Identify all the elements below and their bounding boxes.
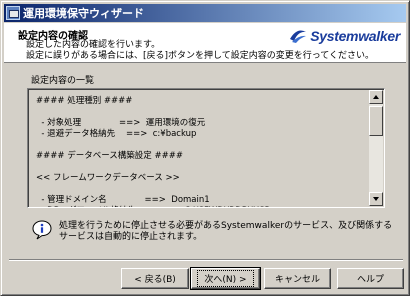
wizard-header: 設定内容の確認 設定した内容の確認を行います。 設定に誤りがある場合には、[戻る… — [4, 23, 406, 63]
info-message: 処理を行うために停止させる必要があるSystemwalkerのサービス、及び関係… — [59, 221, 392, 243]
settings-lines: #### 処理種別 #### - 対象処理 ==> 運用環境の復元 - 退避デー… — [36, 96, 366, 207]
back-button[interactable]: < 戻る(B) — [121, 268, 189, 289]
settings-line: #### 処理種別 #### — [36, 96, 133, 106]
title-bar[interactable]: 運用環境保守ウィザード — [4, 4, 406, 22]
scroll-down-button[interactable] — [369, 192, 383, 206]
settings-line: << フレームワークデータベース >> — [36, 173, 180, 183]
wizard-window: 運用環境保守ウィザード 設定内容の確認 設定した内容の確認を行います。 設定に誤… — [0, 0, 410, 296]
description-line: 設定に誤りがある場合には、[戻る]ボタンを押して設定内容の変更を行ってください。 — [26, 51, 375, 61]
scroll-thumb[interactable] — [369, 106, 383, 136]
arrow-down-icon — [373, 197, 379, 201]
cancel-button[interactable]: キャンセル — [264, 268, 331, 289]
settings-list-label: 設定内容の一覧 — [31, 76, 95, 86]
settings-line: - 退避データ格納先 ==> c:¥backup — [36, 129, 197, 139]
window-title: 運用環境保守ウィザード — [23, 7, 144, 20]
logo-text: Systemwalker — [310, 28, 400, 44]
logo-swoosh-icon — [290, 30, 307, 43]
scroll-up-button[interactable] — [369, 90, 383, 104]
settings-line — [36, 184, 366, 195]
info-icon — [32, 220, 52, 240]
next-button[interactable]: 次へ(N) > — [190, 267, 261, 290]
settings-line: - 管理ドメイン名 ==> Domain1 — [36, 195, 210, 205]
settings-line: - 対象処理 ==> 運用環境の復元 — [36, 118, 206, 128]
settings-textbox[interactable]: #### 処理種別 #### - 対象処理 ==> 運用環境の復元 - 退避デー… — [27, 88, 385, 208]
settings-line — [36, 140, 366, 151]
systemwalker-logo: Systemwalker — [289, 28, 400, 44]
next-button-label: 次へ(N) > — [197, 270, 254, 287]
settings-line: #### データベース構築設定 #### — [36, 151, 183, 161]
arrow-up-icon — [373, 95, 379, 99]
settings-line — [36, 107, 366, 118]
settings-line: - DBログファイル格納先 ==> C:¥SFWD¥RDB¥USR — [36, 206, 366, 207]
app-icon — [6, 6, 20, 20]
info-line: 処理を行うために停止させる必要があるSystemwalkerのサービス、及び関係… — [59, 221, 393, 231]
help-button[interactable]: ヘルプ — [337, 268, 404, 289]
button-divider — [9, 259, 403, 261]
settings-line — [36, 162, 366, 173]
vertical-scrollbar[interactable] — [369, 90, 383, 206]
info-line: サービスは自動的に停止されます。 — [59, 232, 203, 242]
